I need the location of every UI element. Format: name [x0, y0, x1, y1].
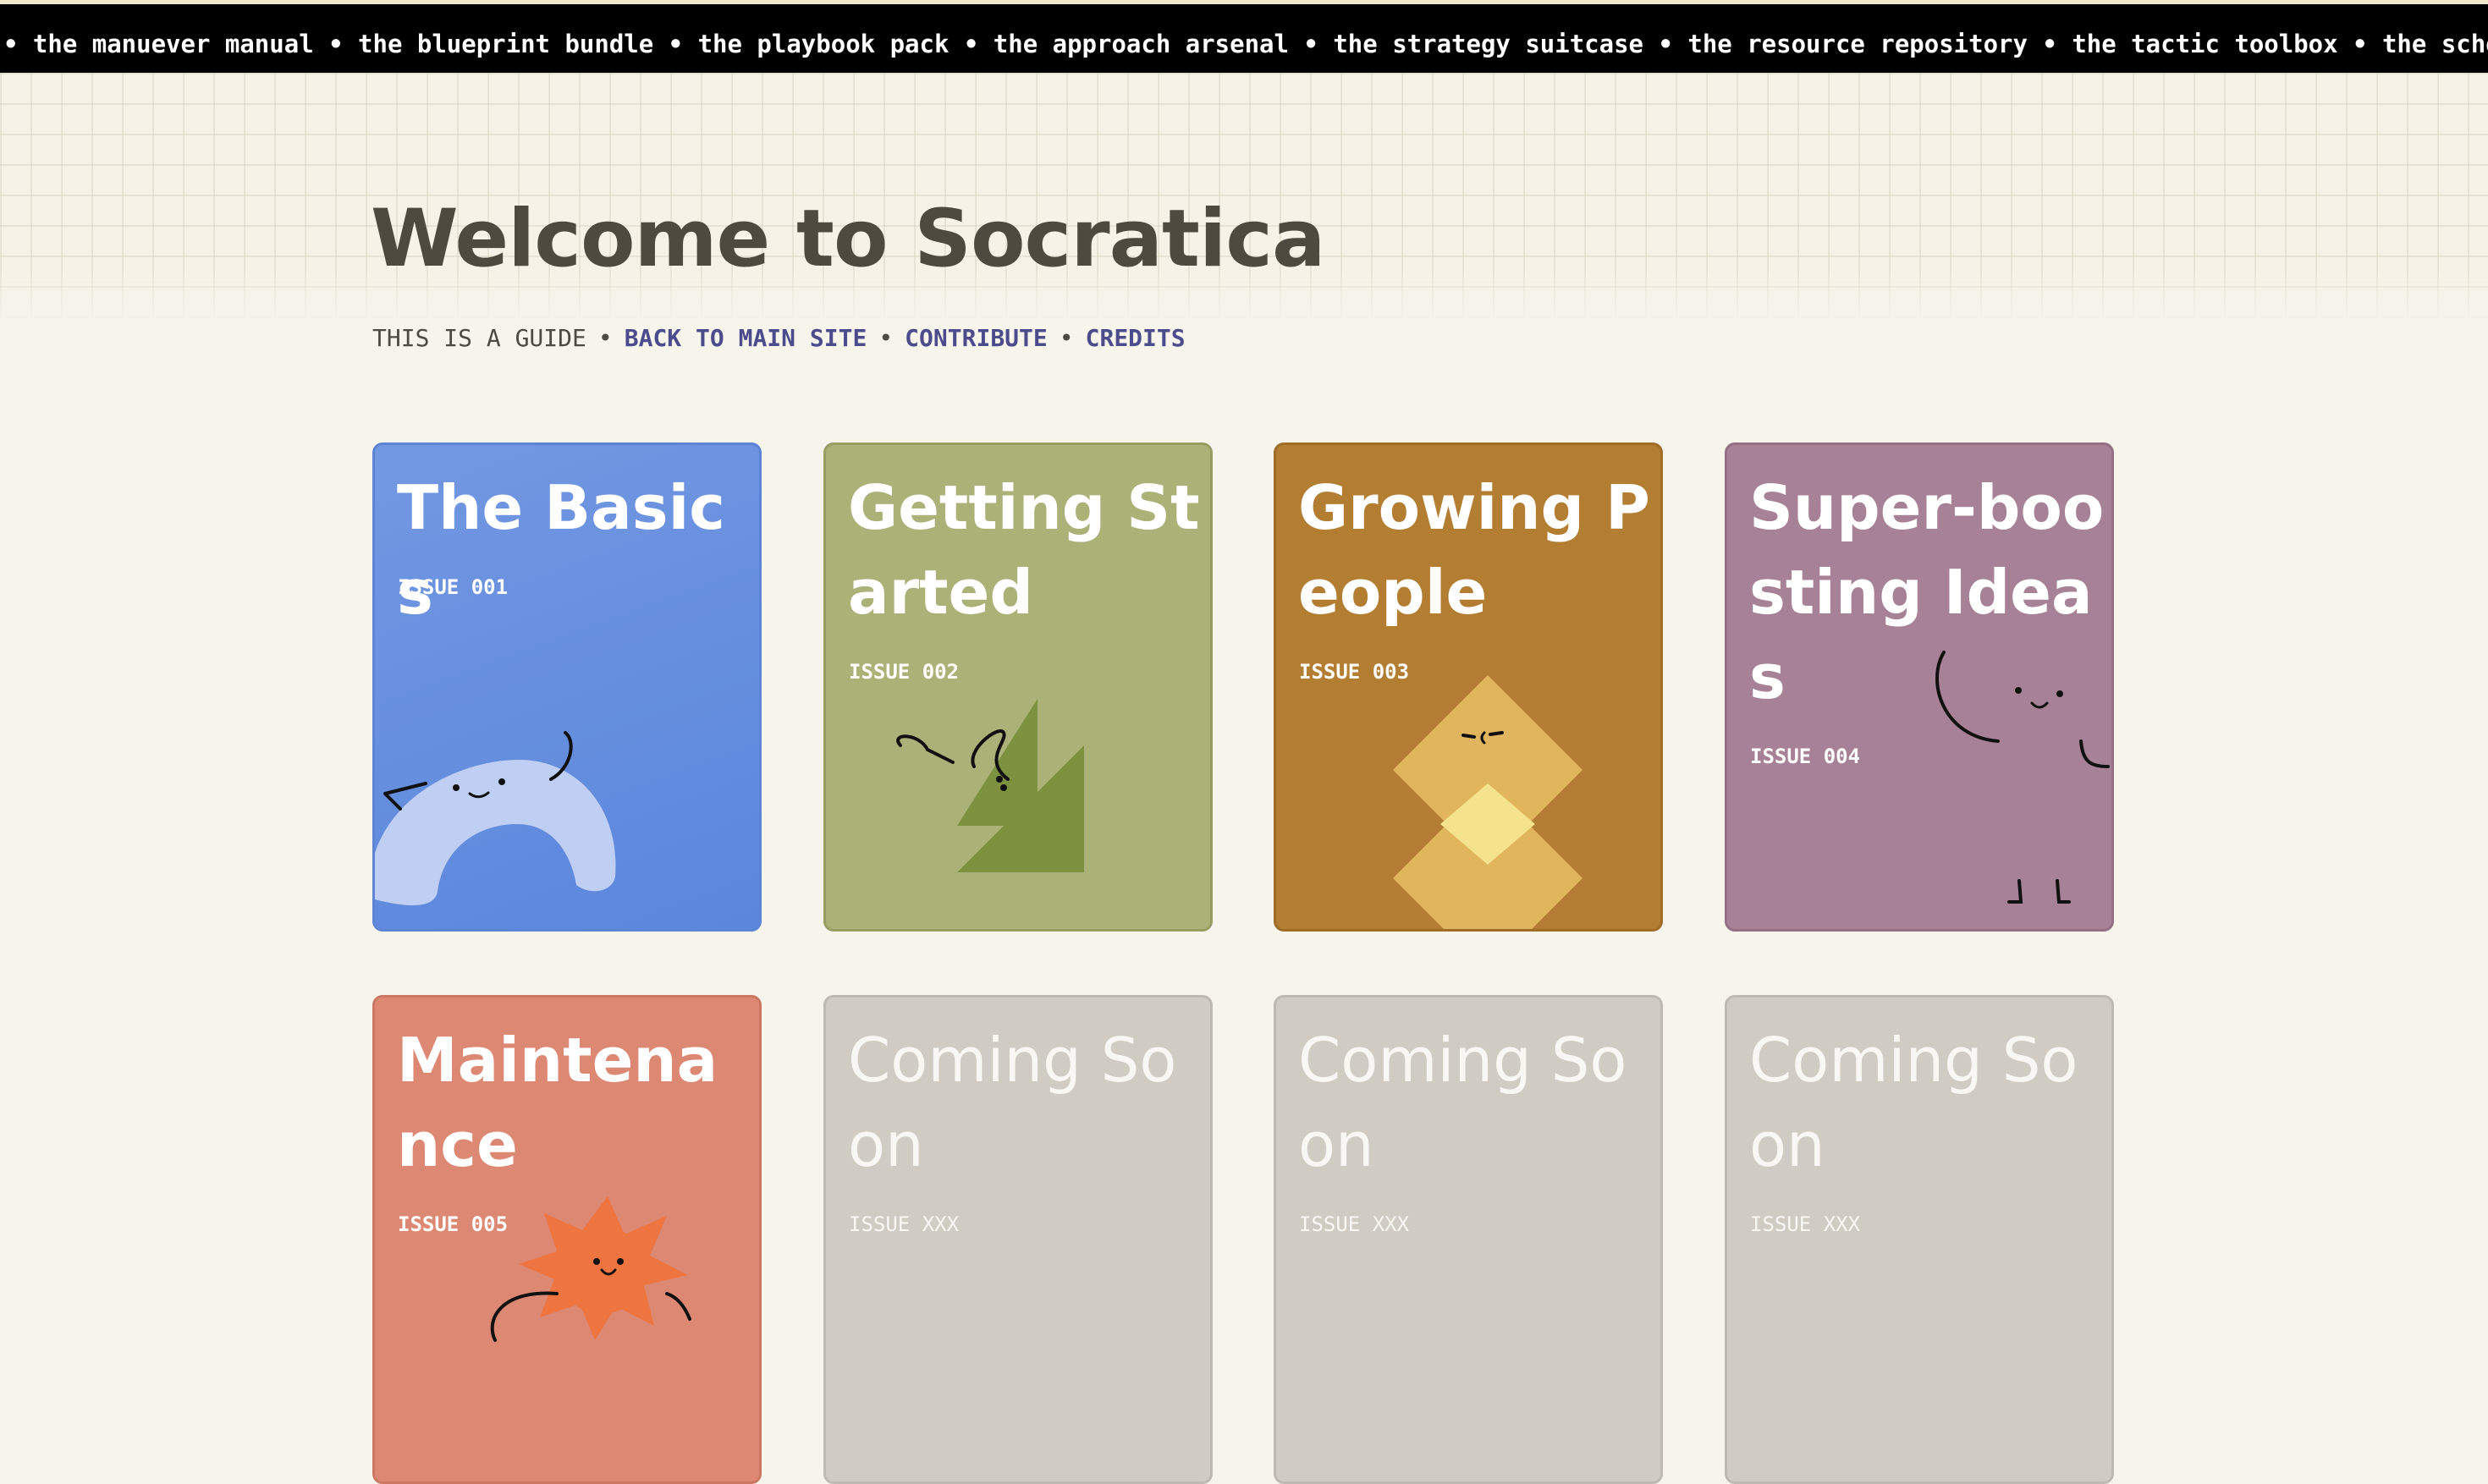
issue-card-getting-started[interactable]: Getting Started ISSUE 002: [823, 442, 1213, 932]
issue-card-the-basics[interactable]: The Basics ISSUE 001: [372, 442, 762, 932]
issue-card-super-boosting-ideas[interactable]: Super-boosting Ideas ISSUE 004: [1725, 442, 2114, 932]
card-issue-label: ISSUE 003: [1299, 660, 1410, 684]
card-title: The Basics: [397, 472, 725, 628]
guide-label: THIS IS A GUIDE: [372, 324, 586, 352]
card-issue-label: ISSUE 005: [398, 1212, 509, 1236]
marquee-banner: • the manuever manual • the blueprint bu…: [0, 0, 2488, 73]
separator-dot: •: [878, 324, 894, 352]
card-title: Getting Started: [848, 472, 1200, 628]
contribute-link[interactable]: CONTRIBUTE: [905, 324, 1048, 352]
card-title: Growing People: [1298, 472, 1650, 628]
card-title: Coming Soon: [1298, 1025, 1627, 1180]
card-issue-label: ISSUE 001: [398, 575, 509, 599]
card-issue-label: ISSUE XXX: [1750, 1212, 1861, 1236]
issue-card-coming-soon[interactable]: Coming Soon ISSUE XXX: [1725, 995, 2114, 1484]
header-subnav: THIS IS A GUIDE • BACK TO MAIN SITE • CONTRI…: [372, 322, 1186, 355]
marquee-text: • the manuever manual • the blueprint bu…: [3, 30, 2488, 58]
card-title: Super-boosting Ideas: [1749, 472, 2105, 712]
separator-dot: •: [597, 324, 613, 352]
issue-card-growing-people[interactable]: Growing People ISSUE 003: [1274, 442, 1663, 932]
card-title: Coming Soon: [848, 1025, 1177, 1180]
card-issue-label: ISSUE XXX: [1299, 1212, 1410, 1236]
card-title: Maintenance: [397, 1025, 718, 1180]
issue-card-coming-soon[interactable]: Coming Soon ISSUE XXX: [823, 995, 1213, 1484]
separator-dot: •: [1059, 324, 1074, 352]
card-issue-label: ISSUE XXX: [849, 1212, 960, 1236]
card-title: Coming Soon: [1749, 1025, 2078, 1180]
page-title: Welcome to Socratica: [371, 193, 1325, 285]
credits-link[interactable]: CREDITS: [1086, 324, 1186, 352]
issue-card-coming-soon[interactable]: Coming Soon ISSUE XXX: [1274, 995, 1663, 1484]
back-to-main-site-link[interactable]: BACK TO MAIN SITE: [625, 324, 867, 352]
issue-card-maintenance[interactable]: Maintenance ISSUE 005: [372, 995, 762, 1484]
card-issue-label: ISSUE 004: [1750, 745, 1861, 768]
card-issue-label: ISSUE 002: [849, 660, 960, 684]
